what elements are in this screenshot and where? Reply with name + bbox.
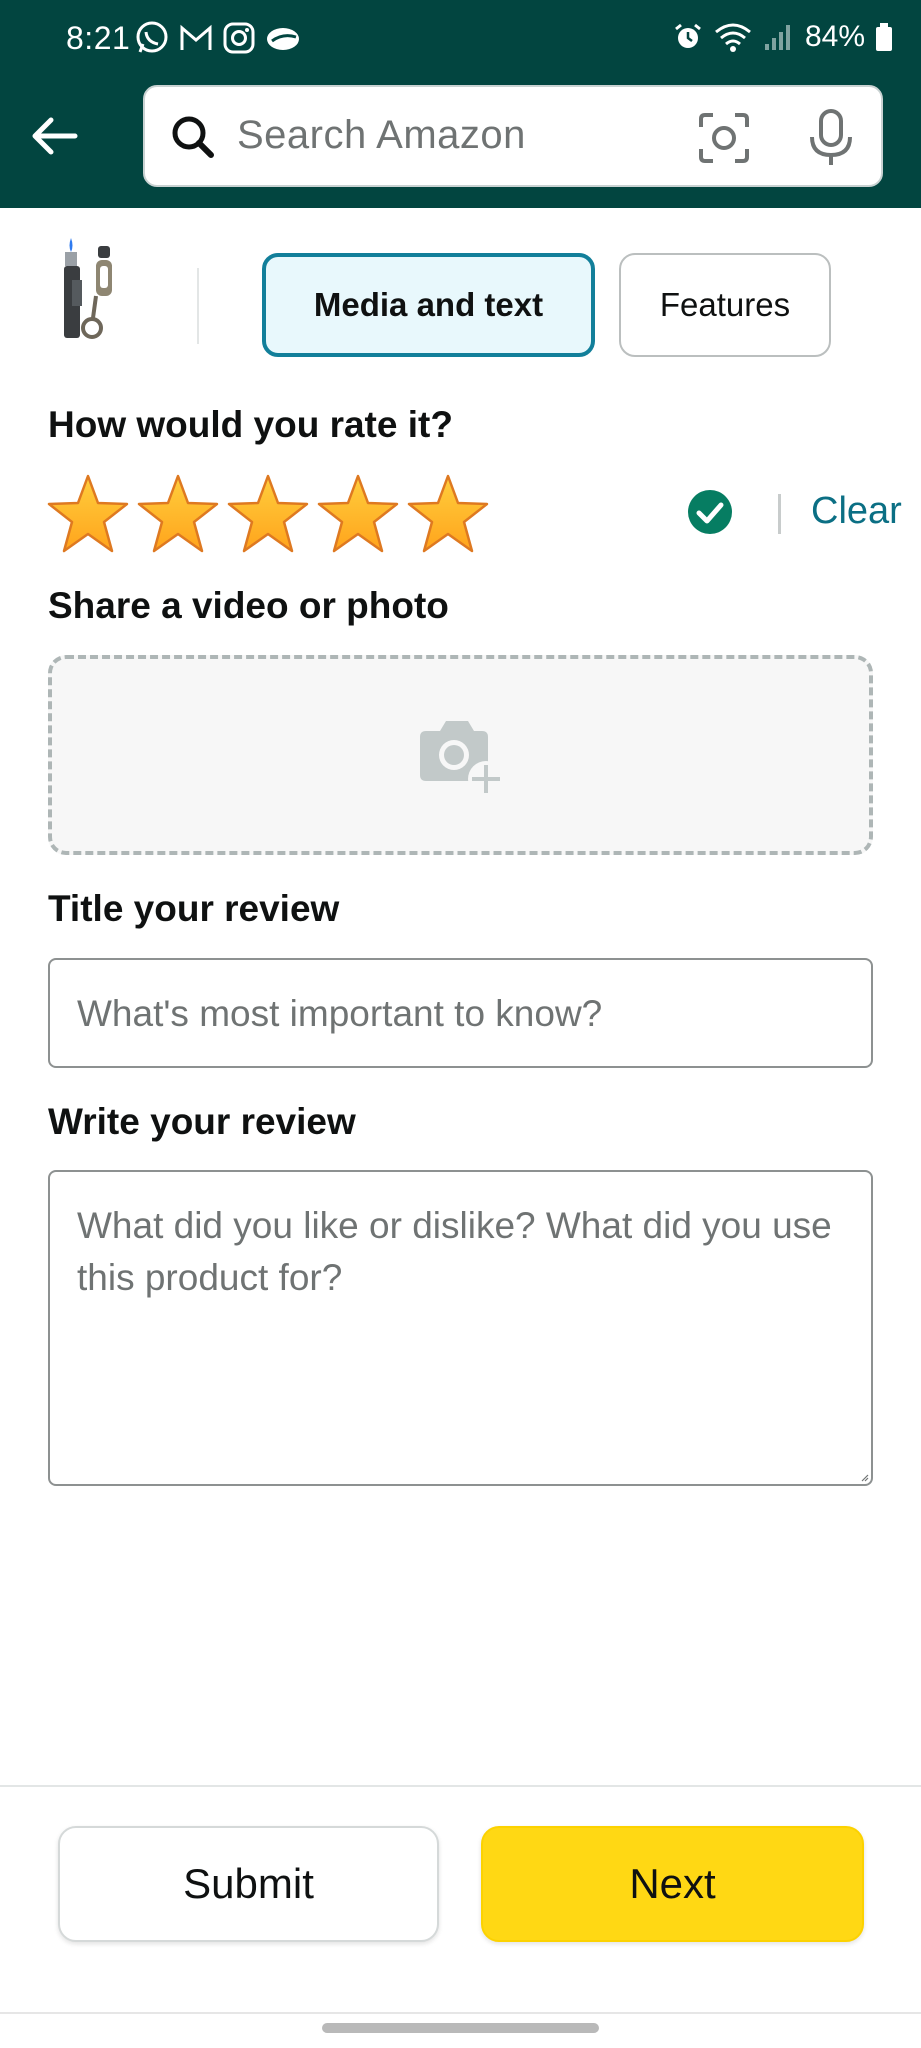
home-indicator[interactable] xyxy=(322,2023,599,2033)
footer-divider xyxy=(0,1785,921,1787)
tab-features[interactable]: Features xyxy=(619,253,831,357)
review-body-placeholder: What did you like or dislike? What did y… xyxy=(77,1205,832,1298)
star-5-icon[interactable] xyxy=(406,472,490,556)
wifi-icon xyxy=(715,23,751,52)
navigation-bar-divider xyxy=(0,2012,921,2014)
microphone-icon[interactable] xyxy=(802,107,860,169)
title-heading: Title your review xyxy=(48,888,340,929)
gmail-icon xyxy=(180,24,212,50)
clear-divider xyxy=(778,494,781,534)
next-button[interactable]: Next xyxy=(481,1826,864,1942)
status-bar: 8:21 84% xyxy=(0,0,921,78)
instagram-icon xyxy=(223,22,255,54)
search-input[interactable]: Search Amazon xyxy=(143,85,883,187)
star-4-icon[interactable] xyxy=(316,472,400,556)
resize-grip-icon[interactable] xyxy=(861,1474,869,1482)
star-2-icon[interactable] xyxy=(136,472,220,556)
review-heading: Write your review xyxy=(48,1101,356,1142)
review-body-textarea[interactable]: What did you like or dislike? What did y… xyxy=(48,1170,873,1486)
back-arrow-icon xyxy=(32,117,78,155)
checkmark-icon xyxy=(688,490,732,534)
signal-icon xyxy=(764,25,790,50)
search-placeholder: Search Amazon xyxy=(237,113,526,157)
thumbnail-divider xyxy=(197,268,199,344)
back-button[interactable] xyxy=(26,108,82,164)
submit-button[interactable]: Submit xyxy=(58,1826,439,1942)
media-upload-area[interactable] xyxy=(48,655,873,855)
review-title-placeholder: What's most important to know? xyxy=(77,993,603,1034)
alarm-icon xyxy=(675,23,701,48)
star-rating[interactable] xyxy=(46,472,490,556)
clear-rating-link[interactable]: Clear xyxy=(811,490,902,533)
media-heading: Share a video or photo xyxy=(48,585,449,626)
rating-heading: How would you rate it? xyxy=(48,404,453,445)
product-thumbnail xyxy=(64,238,112,339)
tab-media-and-text[interactable]: Media and text xyxy=(262,253,595,357)
star-3-icon[interactable] xyxy=(226,472,310,556)
status-time: 8:21 xyxy=(66,20,131,56)
notification-icons xyxy=(134,20,302,56)
battery-percentage: 84% xyxy=(804,20,865,53)
whatsapp-icon xyxy=(136,21,168,53)
app-header: 8:21 84% Search Amazon xyxy=(0,0,921,208)
star-1-icon[interactable] xyxy=(46,472,130,556)
system-status: 84% xyxy=(673,20,893,54)
camera-lens-icon[interactable] xyxy=(695,109,753,167)
cloud-icon xyxy=(267,28,299,50)
battery-icon xyxy=(876,23,892,51)
review-title-input[interactable]: What's most important to know? xyxy=(48,958,873,1068)
add-photo-camera-icon xyxy=(420,721,504,797)
search-icon xyxy=(172,116,214,158)
